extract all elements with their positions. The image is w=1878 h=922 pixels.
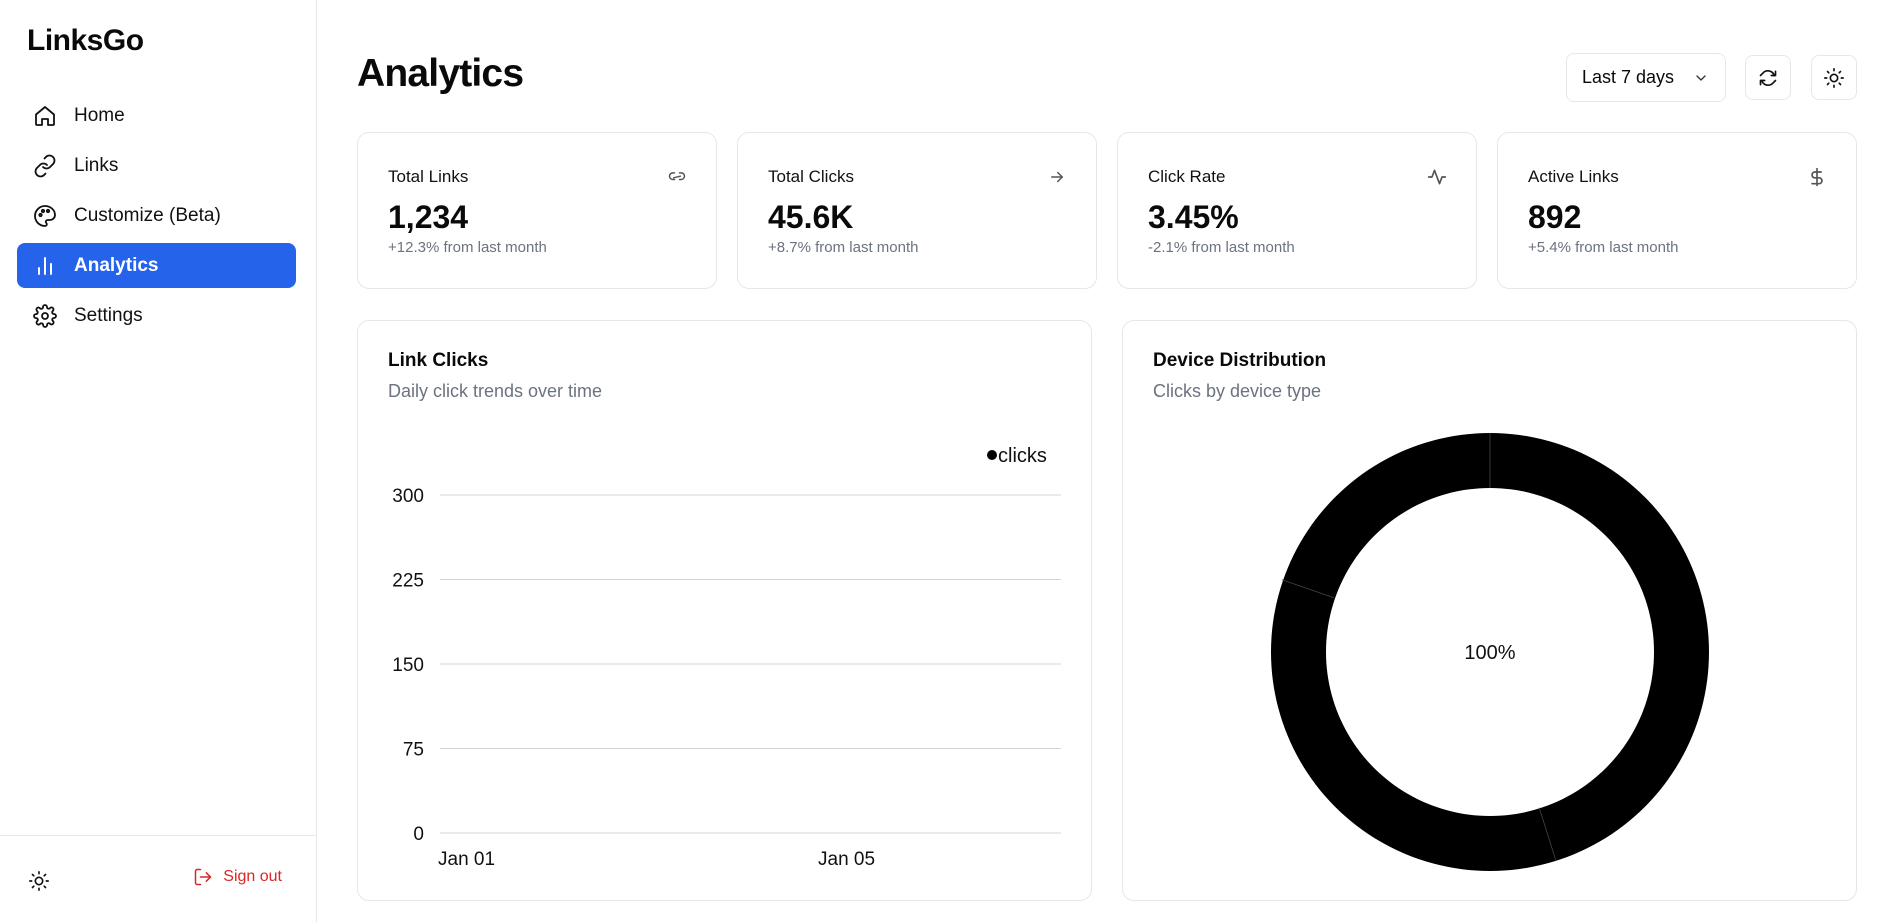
sun-icon <box>1824 67 1844 88</box>
stat-card-click-rate: Click Rate 3.45% -2.1% from last month <box>1117 132 1477 289</box>
stat-card-active-links: Active Links 892 +5.4% from last month <box>1497 132 1857 289</box>
chevron-down-icon <box>1696 75 1706 81</box>
app-root: LinksGo Home Links Customize (Beta) Anal… <box>0 0 1878 922</box>
link-icon <box>32 153 58 179</box>
sidebar-item-label: Settings <box>74 304 143 326</box>
sidebar-footer: Sign out <box>0 835 316 922</box>
refresh-button[interactable] <box>1745 55 1791 100</box>
sidebar-nav: Home Links Customize (Beta) Analytics Se… <box>17 93 296 343</box>
sidebar-item-links[interactable]: Links <box>17 143 296 188</box>
stat-delta: +8.7% from last month <box>768 239 919 256</box>
stat-label: Active Links <box>1528 167 1619 186</box>
sign-out-label: Sign out <box>223 868 282 885</box>
device-distribution-chart: 100% <box>1270 433 1709 871</box>
refresh-icon <box>1759 69 1777 86</box>
legend-marker <box>987 450 997 460</box>
sidebar-item-analytics[interactable]: Analytics <box>17 243 296 288</box>
stat-delta: +12.3% from last month <box>388 239 547 256</box>
link-clicks-chart: 0 75 150 225 300 Jan 01 Jan 05 clicks <box>392 445 1061 870</box>
card-subtitle: Daily click trends over time <box>388 381 603 401</box>
card-title: Link Clicks <box>388 350 489 371</box>
legend-label: clicks <box>998 445 1047 467</box>
y-tick-label: 150 <box>392 655 424 676</box>
sidebar-item-label: Analytics <box>74 254 159 276</box>
home-icon <box>32 103 58 129</box>
stat-value: 3.45% <box>1148 199 1239 235</box>
sidebar-item-home[interactable]: Home <box>17 93 296 138</box>
date-range-value: Last 7 days <box>1582 67 1675 87</box>
y-tick-label: 75 <box>403 740 424 761</box>
stat-card-total-links: Total Links 1,234 +12.3% from last month <box>357 132 717 289</box>
stat-value: 892 <box>1528 199 1582 235</box>
link-icon <box>666 166 688 188</box>
gear-icon <box>32 303 58 329</box>
x-tick-label: Jan 01 <box>438 849 495 870</box>
card-title: Device Distribution <box>1153 350 1327 371</box>
sign-out-button[interactable]: Sign out <box>193 867 282 887</box>
y-tick-label: 0 <box>413 824 424 845</box>
theme-toggle-button[interactable] <box>26 868 52 894</box>
activity-icon <box>1426 166 1448 188</box>
sidebar-item-settings[interactable]: Settings <box>17 293 296 338</box>
x-tick-label: Jan 05 <box>818 849 875 870</box>
stat-label: Total Links <box>388 167 469 186</box>
stat-label: Total Clicks <box>768 167 854 186</box>
stat-delta: -2.1% from last month <box>1148 239 1295 256</box>
dollar-icon <box>1806 166 1828 188</box>
stat-label: Click Rate <box>1148 167 1226 186</box>
link-clicks-card: 0 75 150 225 300 Jan 01 Jan 05 clicks Link Clic… <box>357 320 1092 901</box>
sidebar-item-label: Home <box>74 104 125 126</box>
stat-value: 45.6K <box>768 199 854 235</box>
sidebar-item-customize[interactable]: Customize (Beta) <box>17 193 296 238</box>
date-range-select[interactable]: Last 7 days <box>1566 53 1726 102</box>
arrow-right-icon <box>1046 166 1068 188</box>
brand-logo[interactable]: LinksGo <box>27 24 144 58</box>
log-out-icon <box>195 868 212 886</box>
palette-icon <box>32 203 58 229</box>
donut-center-label: 100% <box>1464 642 1515 664</box>
sidebar-item-label: Customize (Beta) <box>74 204 221 226</box>
stat-value: 1,234 <box>388 199 469 235</box>
sidebar-item-label: Links <box>74 154 119 176</box>
y-tick-label: 300 <box>392 486 424 507</box>
device-distribution-card: 100% Device Distribution Clicks by devic… <box>1122 320 1857 901</box>
stat-delta: +5.4% from last month <box>1528 239 1679 256</box>
bar-chart-icon <box>32 253 58 279</box>
stat-card-total-clicks: Total Clicks 45.6K +8.7% from last month <box>737 132 1097 289</box>
card-subtitle: Clicks by device type <box>1153 381 1322 401</box>
page-title: Analytics <box>357 52 524 95</box>
y-tick-label: 225 <box>392 571 424 592</box>
theme-toggle-header-button[interactable] <box>1811 55 1857 100</box>
sidebar: LinksGo Home Links Customize (Beta) Anal… <box>0 0 317 922</box>
sun-icon <box>29 871 49 891</box>
